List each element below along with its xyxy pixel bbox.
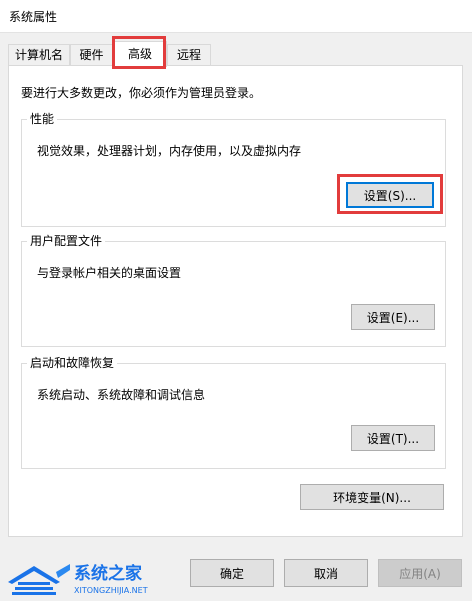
user-profiles-description: 与登录帐户相关的桌面设置 xyxy=(37,266,182,280)
user-profiles-settings-button[interactable]: 设置(E)... xyxy=(351,304,435,330)
admin-note: 要进行大多数更改，你必须作为管理员登录。 xyxy=(21,86,262,100)
user-profiles-group: 用户配置文件 与登录帐户相关的桌面设置 xyxy=(21,234,446,347)
tab-hardware[interactable]: 硬件 xyxy=(70,44,113,65)
performance-group-title: 性能 xyxy=(27,112,58,126)
tab-remote[interactable]: 远程 xyxy=(167,44,211,65)
watermark: 系统之家 XITONGZHIJIA.NET xyxy=(0,552,170,598)
user-profiles-group-title: 用户配置文件 xyxy=(27,234,106,248)
environment-variables-button[interactable]: 环境变量(N)... xyxy=(300,484,444,510)
title-bar: 系统属性 xyxy=(0,0,472,33)
performance-description: 视觉效果，处理器计划，内存使用，以及虚拟内存 xyxy=(37,144,302,158)
tab-computer-name[interactable]: 计算机名 xyxy=(8,44,70,65)
tab-advanced[interactable]: 高级 xyxy=(113,41,167,67)
startup-recovery-group-title: 启动和故障恢复 xyxy=(27,356,118,370)
ok-button[interactable]: 确定 xyxy=(190,559,274,587)
watermark-name: 系统之家 xyxy=(74,563,142,584)
startup-recovery-description: 系统启动、系统故障和调试信息 xyxy=(37,388,206,402)
watermark-logo-icon: 系统之家 XITONGZHIJIA.NET xyxy=(8,563,148,595)
startup-recovery-settings-button[interactable]: 设置(T)... xyxy=(351,425,435,451)
performance-group: 性能 视觉效果，处理器计划，内存使用，以及虚拟内存 xyxy=(21,112,446,227)
watermark-url: XITONGZHIJIA.NET xyxy=(74,586,148,595)
apply-button[interactable]: 应用(A) xyxy=(378,559,462,587)
startup-recovery-group: 启动和故障恢复 系统启动、系统故障和调试信息 xyxy=(21,356,446,469)
performance-settings-button[interactable]: 设置(S)... xyxy=(346,182,434,208)
cancel-button[interactable]: 取消 xyxy=(284,559,368,587)
window-title: 系统属性 xyxy=(9,10,58,24)
